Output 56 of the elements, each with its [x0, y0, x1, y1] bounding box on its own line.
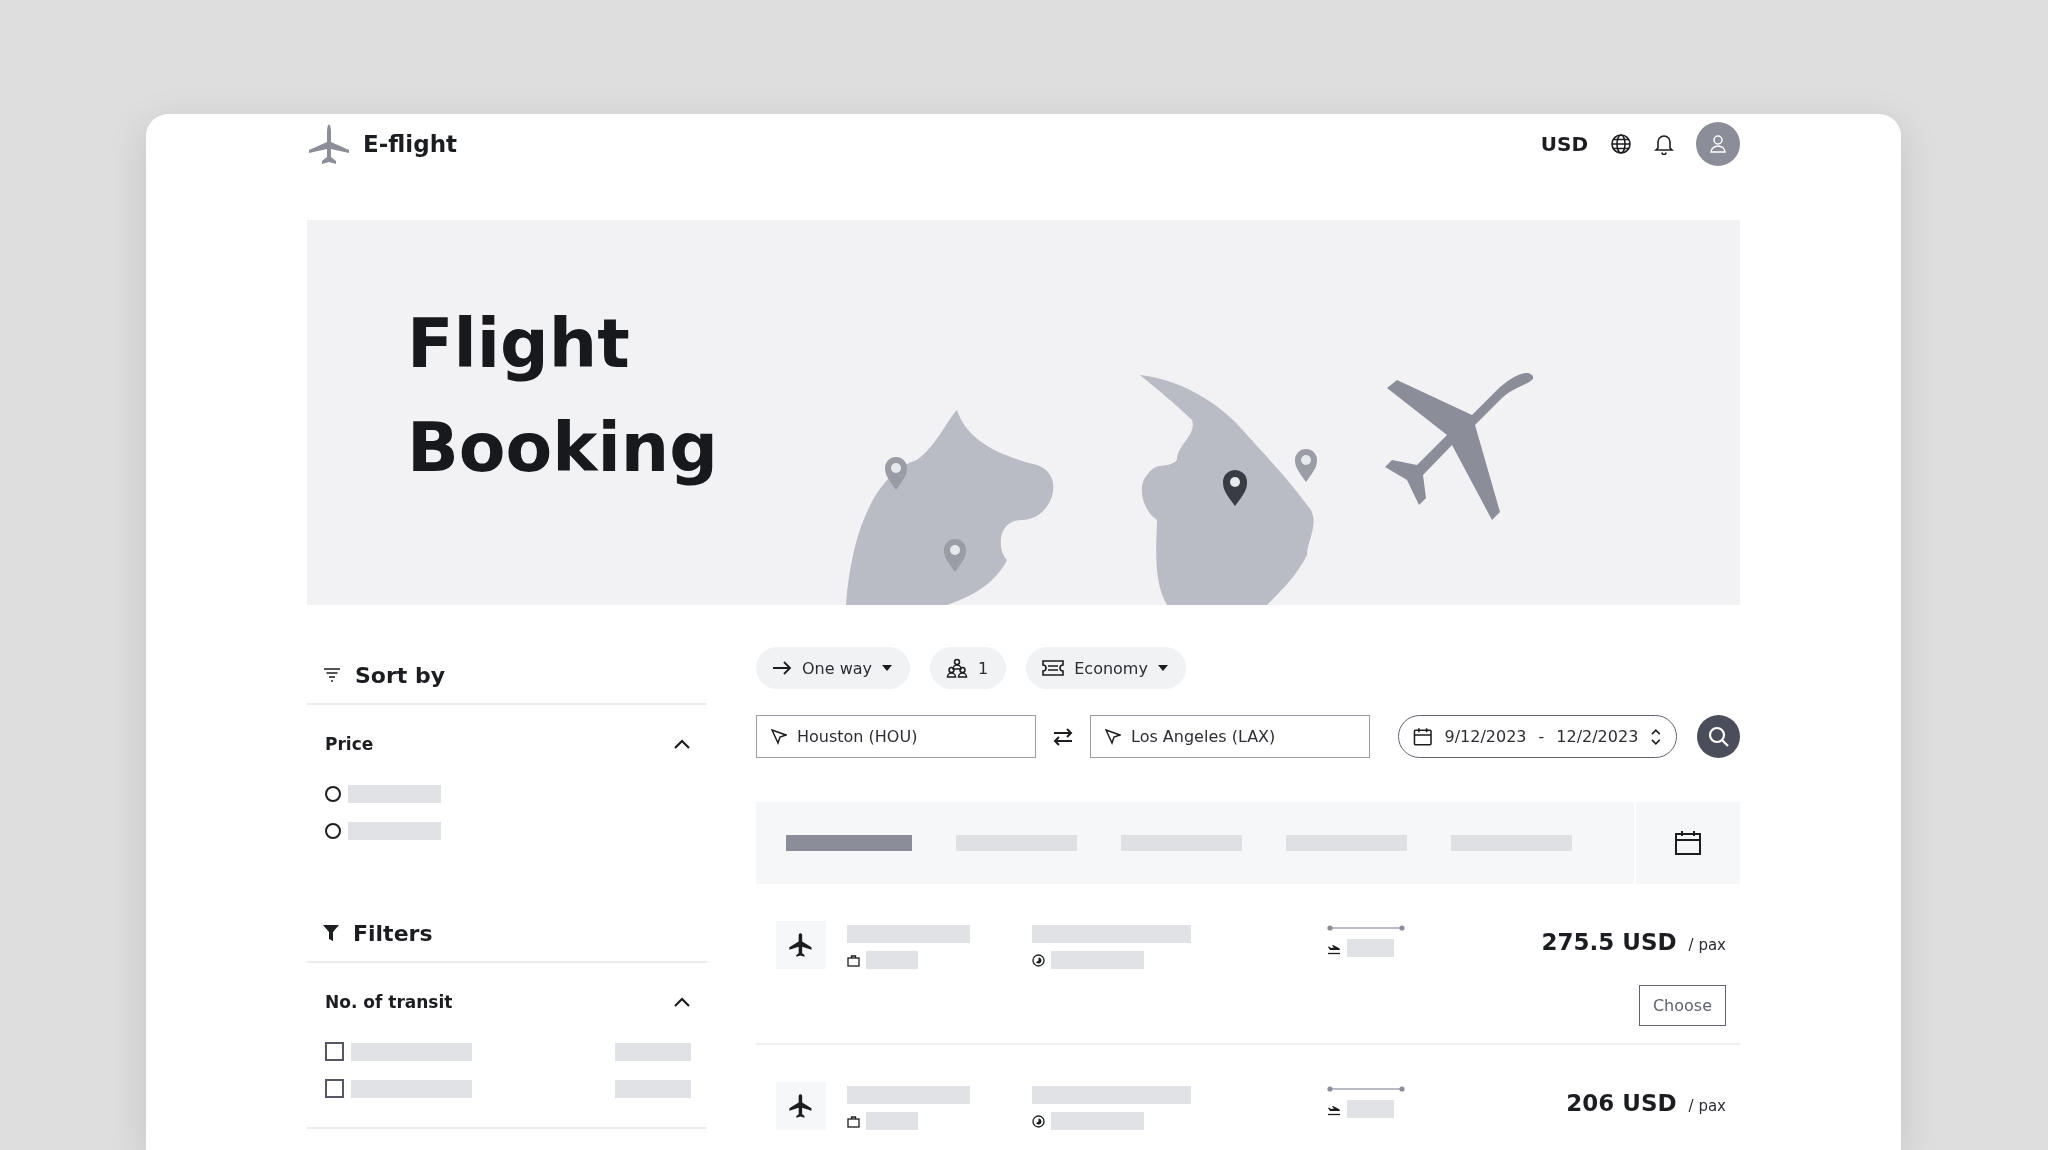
search-icon: [1707, 725, 1730, 748]
chevron-up-icon[interactable]: [673, 737, 691, 750]
radio-button[interactable]: [325, 822, 341, 839]
sort-icon: [323, 667, 341, 683]
section-title: Sort by: [355, 662, 446, 688]
section-heading: No. of transit: [325, 992, 453, 1012]
calendar-icon[interactable]: [1674, 830, 1702, 856]
hero-title: Flight Booking: [406, 303, 719, 489]
price-unit: / pax: [1688, 1097, 1726, 1115]
section-title: Filters: [353, 920, 433, 946]
ticket-icon: [1042, 660, 1065, 676]
baggage-icon: [847, 1114, 860, 1128]
airplane-icon: [787, 1092, 815, 1120]
passenger-selector[interactable]: 1: [930, 647, 1007, 689]
caret-down-icon: [882, 665, 893, 671]
destination-field[interactable]: Los Angeles (LAX): [1090, 715, 1370, 758]
bell-icon[interactable]: [1654, 133, 1674, 155]
choose-button[interactable]: Choose: [1638, 985, 1726, 1026]
price: 275.5 USD: [1541, 929, 1677, 955]
radio-button[interactable]: [325, 785, 341, 802]
globe-icon[interactable]: [1610, 133, 1632, 155]
map-pin-icon: [1295, 449, 1317, 482]
search-button[interactable]: [1697, 715, 1740, 758]
price-unit: / pax: [1688, 936, 1726, 954]
map-pin-icon: [1223, 470, 1247, 506]
caret-down-icon: [1157, 665, 1168, 671]
chevron-up-icon[interactable]: [673, 995, 691, 1008]
price: 206 USD: [1566, 1090, 1677, 1116]
swap-icon[interactable]: [1052, 726, 1074, 747]
origin-field[interactable]: Houston (HOU): [756, 715, 1036, 758]
clock-icon: [1032, 953, 1045, 967]
cabin-class-dropdown[interactable]: Economy: [1026, 647, 1186, 689]
checkbox[interactable]: [325, 1042, 344, 1061]
up-down-chevron-icon: [1650, 726, 1662, 747]
checkbox[interactable]: [325, 1079, 344, 1098]
app-name: E-flight: [363, 131, 458, 157]
currency-selector[interactable]: USD: [1540, 132, 1588, 156]
location-arrow-icon: [771, 728, 787, 745]
placeholder-bar: [1347, 1100, 1394, 1118]
baggage-icon: [847, 953, 860, 967]
airplane-icon: [787, 931, 815, 959]
people-icon: [946, 658, 969, 678]
filter-icon: [323, 924, 339, 942]
section-heading: Price: [325, 734, 374, 754]
location-arrow-icon: [1105, 728, 1121, 745]
arrow-right-icon: [772, 661, 792, 675]
trip-type-dropdown[interactable]: One way: [756, 647, 911, 689]
placeholder-bar: [866, 1112, 918, 1130]
avatar[interactable]: [1696, 122, 1740, 166]
placeholder-bar: [1347, 939, 1394, 957]
clock-icon: [1032, 1114, 1045, 1128]
map-pin-icon: [944, 539, 966, 572]
map-pin-icon: [885, 457, 907, 490]
jet-icon: [307, 122, 351, 166]
calendar-icon: [1413, 726, 1433, 747]
placeholder-bar: [866, 951, 918, 969]
